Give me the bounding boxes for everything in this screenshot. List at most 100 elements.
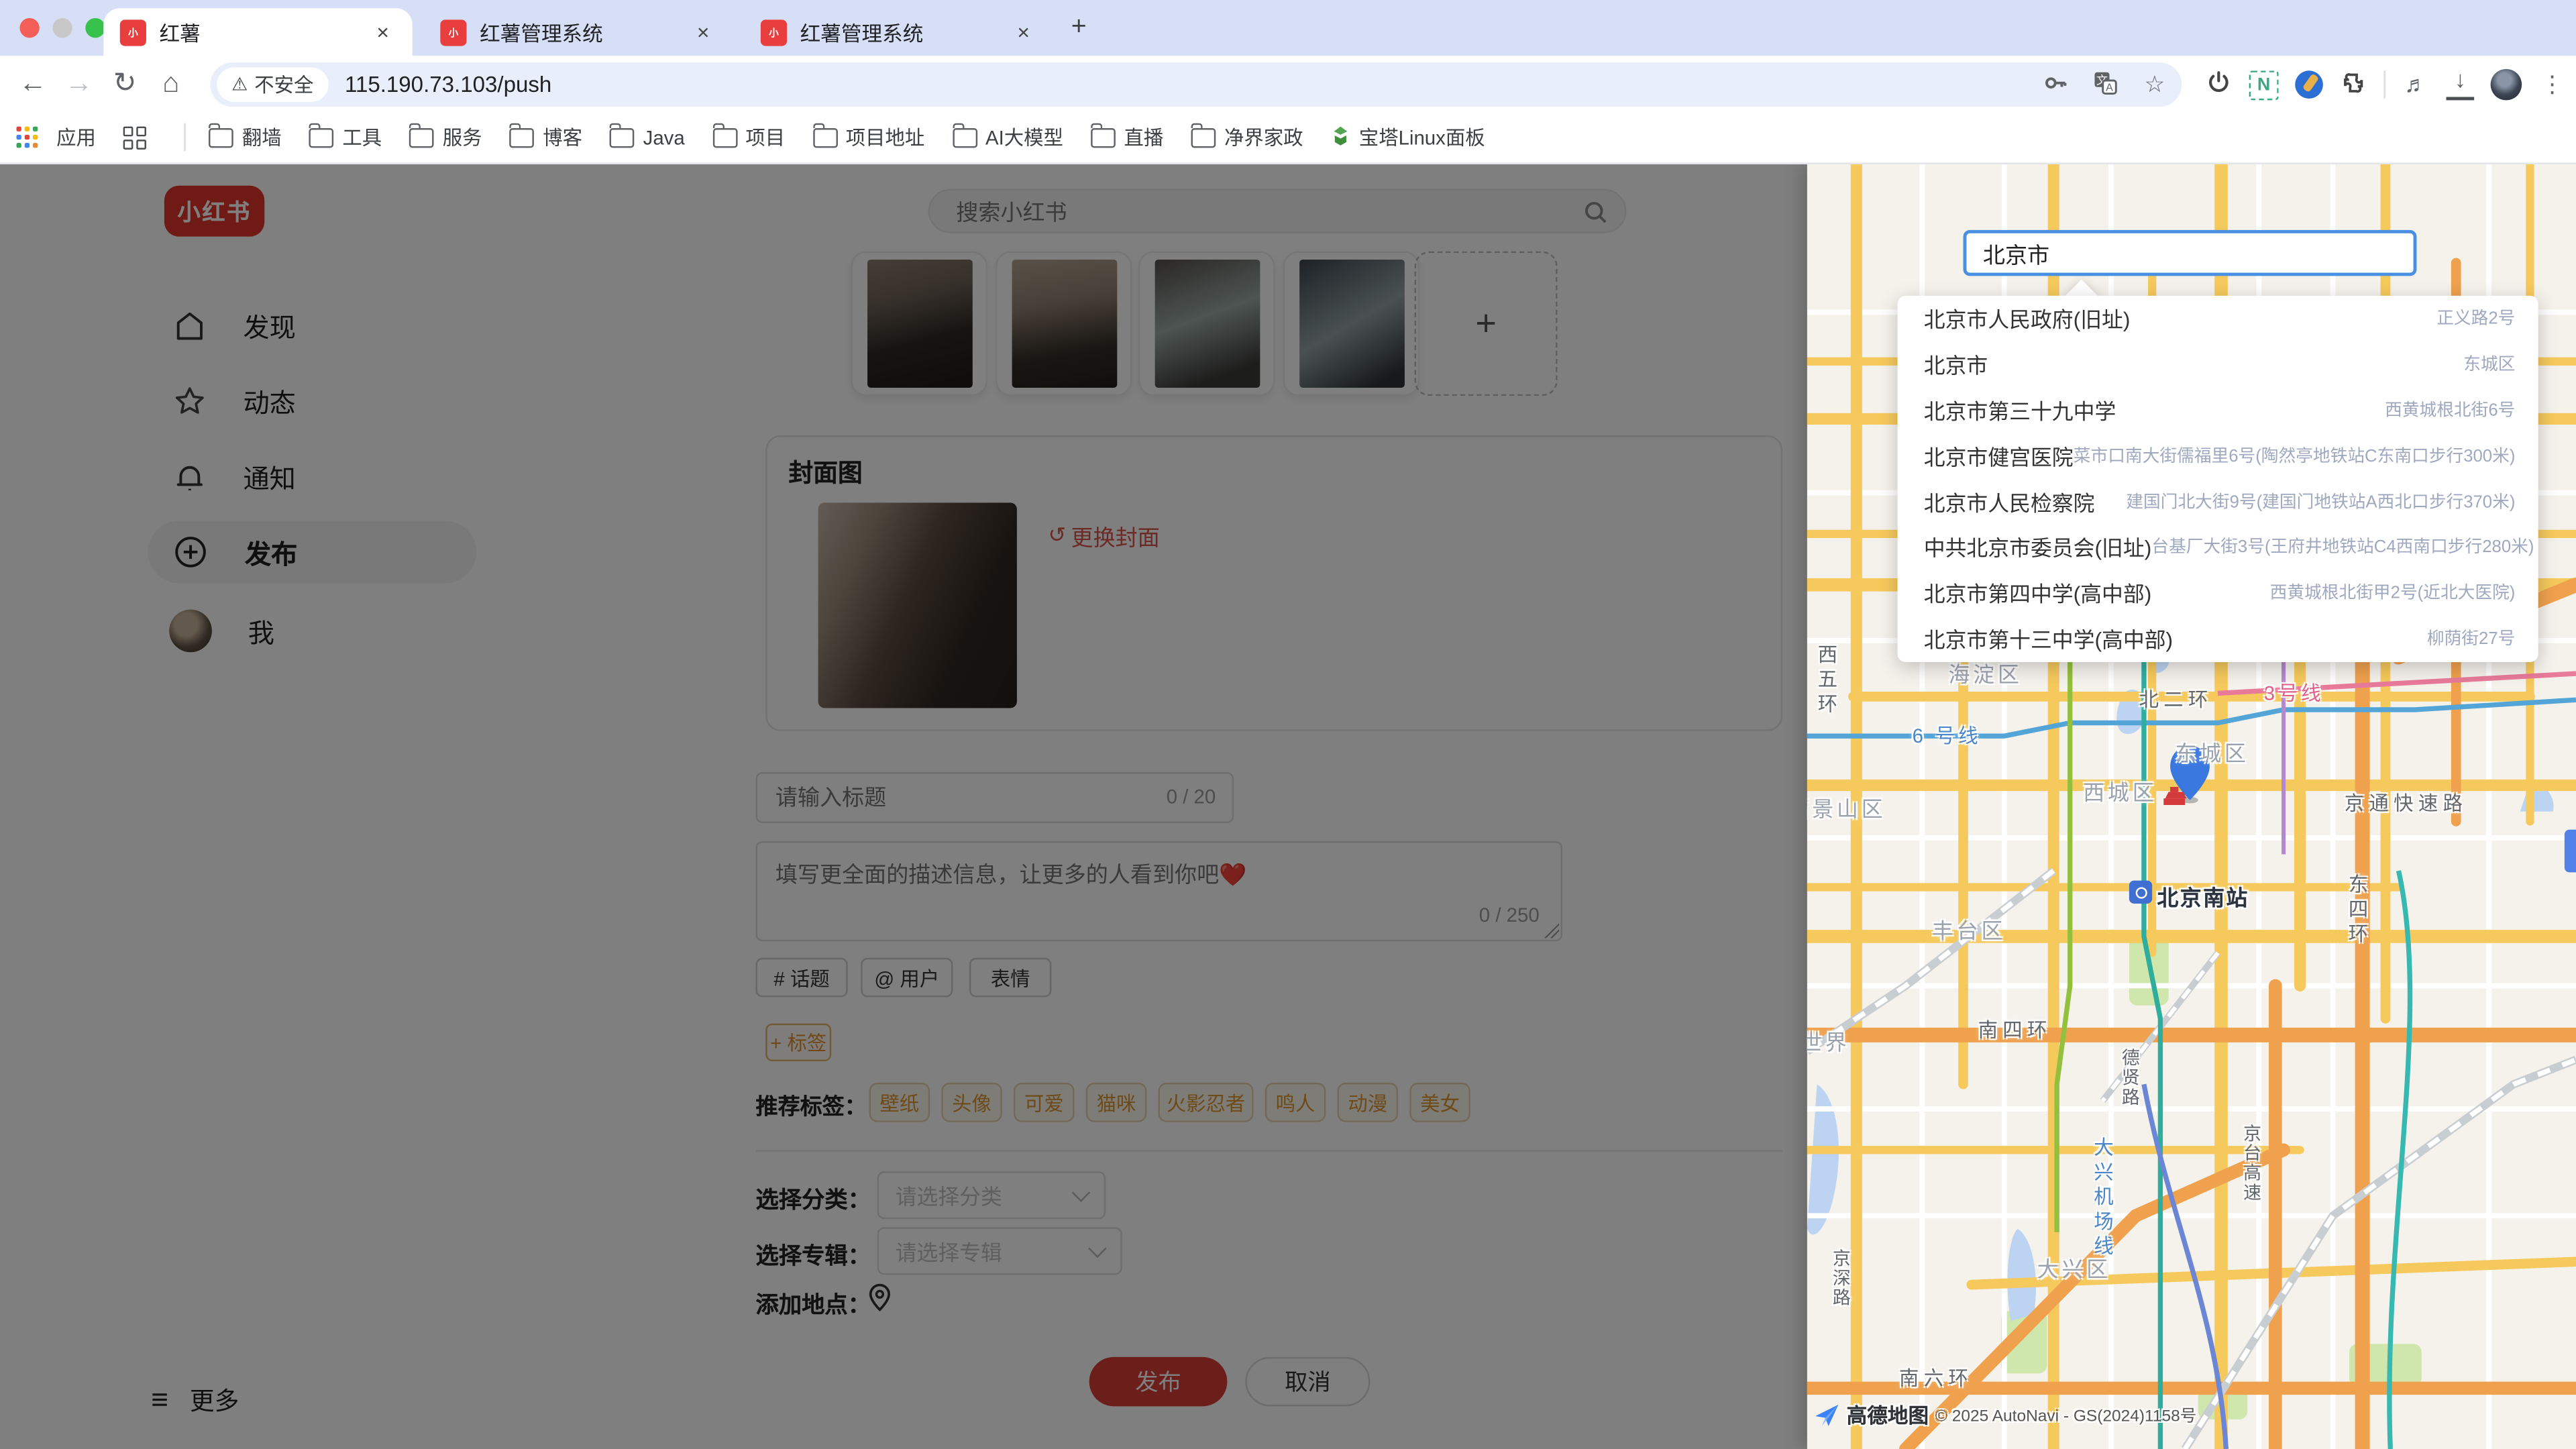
- tab-title: 红薯管理系统: [480, 16, 677, 48]
- bookmark-label: 宝塔Linux面板: [1359, 123, 1485, 152]
- result-address: 西黄城根北街甲2号(近北大医院): [2270, 580, 2516, 605]
- bookmark-star-icon[interactable]: ☆: [2141, 70, 2169, 99]
- close-window-button[interactable]: [19, 18, 39, 38]
- extensions-puzzle-icon[interactable]: [2339, 70, 2367, 99]
- amap-logo-icon: [1814, 1401, 1840, 1427]
- security-chip[interactable]: ⚠ 不安全: [217, 67, 328, 101]
- bookmark-label: 应用: [56, 123, 96, 152]
- map-label-district: 丰台区: [1932, 914, 2006, 945]
- map-attribution: 高德地图 © 2025 AutoNavi - GS(2024)1158号: [1814, 1398, 2197, 1430]
- tab-1[interactable]: 小 红薯 ×: [103, 8, 412, 56]
- password-key-icon[interactable]: [2042, 70, 2070, 99]
- profile-avatar[interactable]: [2491, 69, 2522, 101]
- map-label-road: 京深路: [1827, 1248, 1853, 1307]
- xiaohongshu-favicon: 小: [120, 19, 146, 45]
- address-bar[interactable]: ⚠ 不安全 115.190.73.103/push 文A ☆: [210, 62, 2182, 107]
- media-playlist-icon[interactable]: ♬: [2402, 70, 2430, 99]
- result-name: 北京市人民政府(旧址): [1924, 303, 2131, 335]
- location-result-row[interactable]: 北京市东城区: [1898, 341, 2538, 387]
- bookmark-folder[interactable]: AI大模型: [953, 123, 1063, 152]
- bookmark-apps[interactable]: 应用: [0, 123, 96, 152]
- map-copyright: © 2025 AutoNavi - GS(2024)1158号: [1935, 1401, 2196, 1426]
- map-label-road: 东四环: [2345, 874, 2373, 948]
- map-label-subway: 6 号线: [1913, 721, 1982, 749]
- location-result-row[interactable]: 北京市人民检察院建国门北大街9号(建国门地铁站A西北口步行370米): [1898, 478, 2538, 524]
- bookmark-squares[interactable]: [124, 125, 157, 148]
- result-name: 北京市: [1924, 349, 1988, 380]
- toolbar-divider: [2383, 70, 2385, 99]
- bookmark-label: Java: [643, 125, 685, 148]
- bookmark-folder[interactable]: 服务: [410, 123, 482, 152]
- map-search-input[interactable]: [1964, 230, 2417, 276]
- baota-panel-icon: [1331, 127, 1350, 148]
- location-result-row[interactable]: 北京市人民政府(旧址) 正义路2号: [1898, 296, 2538, 341]
- theme-extension-icon[interactable]: [2295, 70, 2323, 99]
- security-label: 不安全: [254, 70, 313, 99]
- map-label-road: 南四环: [1978, 1015, 2052, 1043]
- map-panel[interactable]: 海淀区 北二环 3号线 6 号线 东城区 西城区 京通快速路 石景山区 西五环 …: [1807, 164, 2576, 1449]
- result-address: 柳荫街27号: [2427, 626, 2515, 651]
- bookmark-label: AI大模型: [985, 123, 1063, 152]
- tab-title: 红薯: [160, 16, 357, 48]
- result-address: 正义路2号: [2436, 306, 2515, 331]
- location-result-row[interactable]: 北京市第三十九中学西黄城根北街6号: [1898, 387, 2538, 433]
- result-name: 北京市第十三中学(高中部): [1924, 623, 2173, 654]
- folder-icon: [209, 127, 234, 147]
- reload-icon[interactable]: ↻: [102, 67, 148, 100]
- window-controls: [19, 18, 105, 38]
- result-name: 北京市第四中学(高中部): [1924, 577, 2152, 608]
- location-result-row[interactable]: 北京市第十三中学(高中部) 柳荫街27号: [1898, 615, 2538, 661]
- bookmark-folder[interactable]: 博客: [510, 123, 582, 152]
- home-icon[interactable]: ⌂: [148, 67, 194, 100]
- back-icon[interactable]: ←: [10, 67, 56, 100]
- bookmark-folder[interactable]: 工具: [309, 123, 382, 152]
- railway-station-icon: [2129, 881, 2152, 904]
- map-label-road: 德贤路: [2116, 1048, 2142, 1107]
- xiaohongshu-favicon: 小: [761, 19, 787, 45]
- screen: 小 红薯 × 小 红薯管理系统 × 小 红薯管理系统 × + ← → ↻ ⌂: [0, 0, 2576, 1449]
- location-result-row[interactable]: 北京市第四中学(高中部) 西黄城根北街甲2号(近北大医院): [1898, 570, 2538, 615]
- result-name: 北京市健宫医院: [1924, 440, 2074, 472]
- bookmark-baota[interactable]: 宝塔Linux面板: [1331, 123, 1485, 152]
- map-label-road: 西五环: [1814, 644, 1842, 718]
- zoom-window-button[interactable]: [85, 18, 105, 38]
- map-label-road: 北二环: [2139, 685, 2213, 713]
- map-label-district: 东城区: [2175, 736, 2249, 767]
- folder-icon: [953, 127, 977, 147]
- bookmark-folder[interactable]: 项目地址: [813, 123, 925, 152]
- map-label-subway: 大兴机场线: [2090, 1137, 2118, 1260]
- map-label-subway: 3号线: [2264, 678, 2324, 706]
- downloads-icon[interactable]: ↓: [2447, 69, 2475, 101]
- power-extension-icon[interactable]: [2205, 70, 2233, 99]
- folder-icon: [410, 127, 435, 147]
- bookmark-folder[interactable]: 直播: [1091, 123, 1164, 152]
- modal-dim-overlay[interactable]: [0, 164, 1809, 1449]
- chrome-menu-kebab-icon[interactable]: ⋮: [2538, 70, 2567, 99]
- squares-icon: [124, 125, 147, 148]
- tab-2[interactable]: 小 红薯管理系统 ×: [424, 8, 733, 56]
- map-search-box[interactable]: [1964, 230, 2417, 276]
- tab-close-icon[interactable]: ×: [1010, 19, 1036, 44]
- translate-icon[interactable]: 文A: [2092, 70, 2120, 99]
- tab-close-icon[interactable]: ×: [690, 19, 716, 44]
- notion-extension-icon[interactable]: N: [2249, 70, 2279, 99]
- location-result-row[interactable]: 北京市健宫医院菜市口南大街儒福里6号(陶然亭地铁站C东南口步行300米): [1898, 433, 2538, 478]
- bookmark-folder[interactable]: 项目: [712, 123, 785, 152]
- bookmark-label: 项目地址: [846, 123, 925, 152]
- minimize-window-button[interactable]: [52, 18, 72, 38]
- location-result-row[interactable]: 中共北京市委员会(旧址)台基厂大街3号(王府井地铁站C4西南口步行280米): [1898, 524, 2538, 570]
- bookmark-folder[interactable]: Java: [610, 125, 685, 148]
- tab-strip: 小 红薯 × 小 红薯管理系统 × 小 红薯管理系统 × +: [0, 0, 2576, 56]
- result-address: 菜市口南大街儒福里6号(陶然亭地铁站C东南口步行300米): [2074, 443, 2516, 468]
- folder-icon: [1191, 127, 1216, 147]
- url-text: 115.190.73.103/push: [345, 72, 551, 97]
- map-label-district: 世界: [1807, 1025, 1850, 1057]
- bookmark-folder[interactable]: 翻墙: [209, 123, 282, 152]
- new-tab-button[interactable]: +: [1071, 13, 1087, 43]
- tab-3[interactable]: 小 红薯管理系统 ×: [744, 8, 1053, 56]
- tab-close-icon[interactable]: ×: [370, 19, 396, 44]
- result-name: 北京市第三十九中学: [1924, 394, 2116, 426]
- bookmark-folder[interactable]: 净界家政: [1191, 123, 1303, 152]
- map-label-district: 石景山区: [1807, 792, 1886, 823]
- forward-icon[interactable]: →: [56, 67, 102, 100]
